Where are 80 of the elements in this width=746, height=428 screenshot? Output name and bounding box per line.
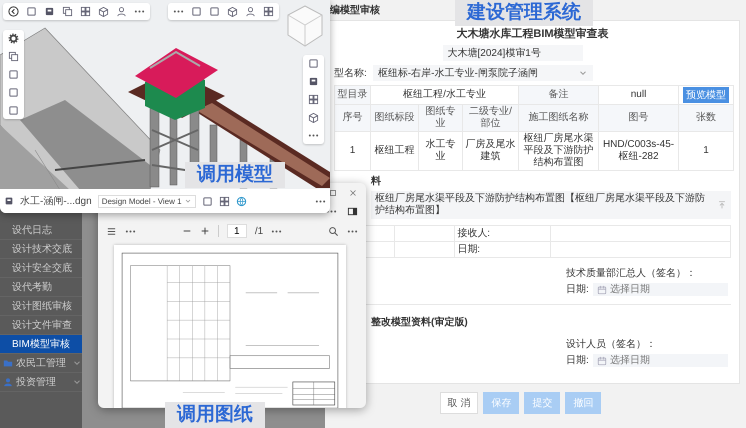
signature-label: 技术质量部汇总人（签名）： [566, 266, 697, 280]
form-title: 大木塘水库工程BIM模型审查表 [456, 26, 609, 41]
page-field[interactable]: 1 [226, 224, 247, 238]
caption-banner: 调用模型 [185, 162, 285, 188]
signature-label: 设计人员（签名）： [566, 338, 657, 351]
grid-icon[interactable] [218, 196, 230, 206]
table-cell: 水工专业 [418, 132, 462, 170]
column-header: 施工图纸名称 [518, 104, 599, 132]
model-select[interactable]: 枢纽标-右岸-水工专业-闸泵院子涵闸 [372, 65, 593, 81]
column-header: 图纸专业 [418, 104, 462, 132]
table-cell: null [598, 86, 679, 104]
cube-icon[interactable] [308, 112, 319, 123]
cube-icon[interactable] [227, 6, 238, 17]
zoom-in-icon[interactable] [200, 226, 210, 236]
caption-banner: 建设管理系统 [455, 0, 593, 26]
square-icon[interactable] [308, 58, 319, 69]
grid-icon[interactable] [263, 6, 274, 17]
number-field[interactable]: 大木塘[2024]模审1号 [442, 45, 582, 61]
table-cell: 枢纽工程/水工专业 [370, 86, 519, 104]
grid-icon[interactable] [308, 94, 319, 105]
field-label: 接收人: [454, 226, 550, 242]
date-label: 日期: [566, 354, 589, 367]
calendar-icon [596, 356, 607, 366]
view-select[interactable]: Design Model - View 1 [98, 194, 196, 208]
block-icon[interactable] [308, 76, 319, 87]
user-icon [3, 377, 13, 387]
gear-icon[interactable] [8, 33, 19, 44]
sidebar-item[interactable]: BIM模型审核 [0, 335, 82, 354]
table-cell: 枢纽厂房尾水渠平段及下游防护结构布置图 [518, 132, 599, 170]
breadcrumb: 编模型审核 [330, 3, 380, 17]
field-label: 型名称: [334, 66, 367, 80]
attachment-link[interactable]: 枢纽厂房尾水渠平段及下游防护结构布置图【枢纽厂房尾水渠平段及下游防护结构布置图】 [375, 193, 711, 217]
column-header: 二级专业/部位 [462, 104, 519, 132]
date-field[interactable]: 选择日期 [592, 282, 728, 296]
table-cell: 1 [334, 132, 370, 170]
column-header: 序号 [334, 104, 370, 132]
list-icon[interactable] [106, 226, 117, 236]
square-icon[interactable] [8, 87, 19, 98]
square-icon[interactable] [8, 69, 19, 80]
square-icon[interactable] [191, 6, 202, 17]
table-cell: HND/C003s-45-枢纽-282 [598, 132, 679, 170]
globe-icon[interactable] [236, 196, 247, 206]
panel-icon[interactable] [347, 206, 358, 217]
column-header: 图纸标段 [370, 104, 418, 132]
cube-icon[interactable] [98, 6, 109, 17]
square-icon[interactable] [26, 6, 37, 17]
folder-icon [3, 358, 13, 368]
date-label: 日期: [566, 282, 589, 296]
file-name: 水工-涵闸-...dgn [20, 194, 92, 208]
layers-icon[interactable] [8, 51, 19, 62]
layers-icon[interactable] [62, 6, 73, 17]
field-label: 日期: [454, 242, 550, 258]
caption-banner: 调用图纸 [165, 402, 265, 428]
chevron-down-icon [184, 197, 192, 205]
square-icon[interactable] [209, 6, 220, 17]
search-icon[interactable] [328, 226, 339, 236]
form-button[interactable]: 取 消 [440, 392, 478, 414]
table-cell: 厂房及尾水建筑 [462, 132, 519, 170]
section-heading: 料 [371, 174, 382, 188]
table-cell: 枢纽工程 [370, 132, 418, 170]
section-heading: 整改模型资料(审定版) [371, 315, 469, 329]
square-icon[interactable] [202, 196, 213, 206]
column-header: 张数 [678, 104, 734, 132]
document-icon [4, 196, 14, 206]
table-cell: 1 [678, 132, 734, 170]
grid-icon[interactable] [80, 6, 91, 17]
square-icon[interactable] [8, 105, 19, 116]
column-header: 图号 [598, 104, 679, 132]
person-icon[interactable] [116, 6, 127, 17]
preview-model-button[interactable]: 预览模型 [683, 87, 730, 103]
maximize-icon[interactable] [328, 188, 338, 198]
back-icon[interactable] [8, 6, 19, 17]
table-cell: 型目录 [334, 86, 370, 104]
person-icon[interactable] [245, 6, 256, 17]
table-cell: 备注 [518, 86, 599, 104]
calendar-icon [596, 284, 607, 294]
block-icon[interactable] [44, 6, 55, 17]
close-icon[interactable] [348, 188, 358, 198]
page-count: /1 [254, 226, 264, 236]
date-field[interactable]: 选择日期 [592, 354, 728, 366]
